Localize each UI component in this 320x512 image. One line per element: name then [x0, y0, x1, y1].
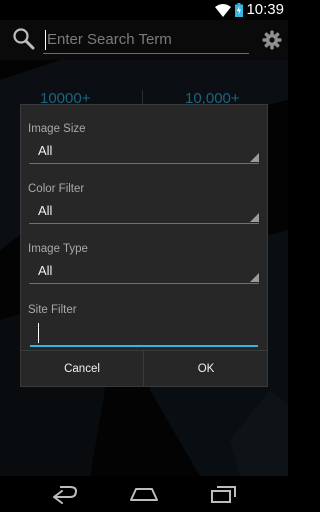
action-bar — [0, 20, 288, 60]
ok-button[interactable]: OK — [145, 351, 267, 387]
dialog-button-row: Cancel OK — [21, 350, 267, 387]
navigation-bar — [0, 476, 288, 512]
image-type-spinner[interactable]: All — [29, 262, 259, 284]
cancel-button[interactable]: Cancel — [21, 351, 144, 387]
image-type-value: All — [38, 263, 53, 278]
image-size-value: All — [38, 143, 53, 158]
site-filter-input[interactable] — [30, 323, 258, 347]
home-icon[interactable] — [128, 484, 160, 504]
status-bar: 10:39 — [0, 0, 288, 20]
recents-icon[interactable] — [208, 484, 240, 504]
clock-time: 10:39 — [246, 1, 284, 18]
site-filter-label: Site Filter — [28, 304, 77, 316]
dropdown-arrow-icon — [250, 153, 259, 162]
dropdown-arrow-icon — [250, 273, 259, 282]
gear-icon[interactable] — [262, 30, 282, 50]
site-filter-cursor — [38, 323, 39, 343]
search-icon[interactable] — [12, 27, 36, 51]
back-icon[interactable] — [48, 484, 80, 504]
battery-icon — [235, 3, 243, 17]
color-filter-value: All — [38, 203, 53, 218]
search-cursor — [45, 30, 46, 50]
color-filter-spinner[interactable]: All — [29, 202, 259, 224]
image-size-label: Image Size — [28, 123, 86, 135]
color-filter-label: Color Filter — [28, 183, 85, 195]
dropdown-arrow-icon — [250, 213, 259, 222]
image-type-label: Image Type — [28, 243, 88, 255]
image-size-spinner[interactable]: All — [29, 142, 259, 164]
wifi-icon — [215, 4, 231, 17]
filter-dialog: Image Size All Color Filter All Image Ty… — [20, 104, 268, 387]
search-input[interactable] — [43, 26, 249, 54]
